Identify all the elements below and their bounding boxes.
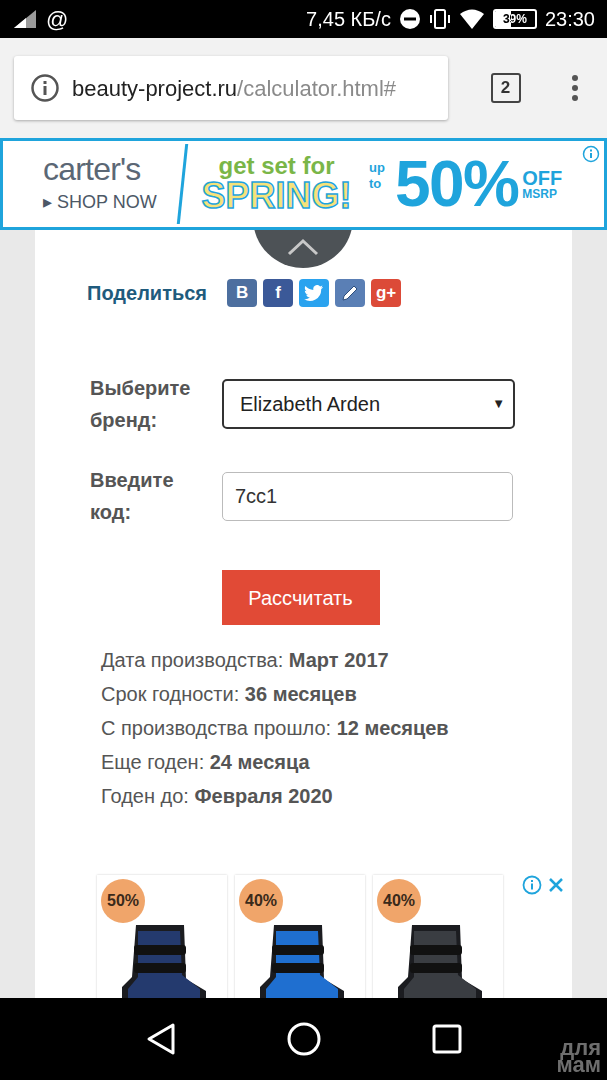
ad-discount: 50% [395, 152, 518, 216]
ad-product[interactable]: 50% [97, 875, 227, 998]
discount-badge: 40% [377, 879, 421, 923]
ad-product[interactable]: 40% [373, 875, 503, 998]
share-row: Поделиться Вf g+ [35, 278, 572, 308]
back-icon[interactable] [145, 1022, 177, 1056]
discount-badge: 50% [101, 879, 145, 923]
tab-count-button[interactable]: 2 [491, 73, 521, 103]
code-label: Введите код: [90, 464, 210, 528]
ad-brand: carter's [43, 153, 173, 185]
navigation-bar: для мам [0, 998, 607, 1080]
info-icon[interactable] [30, 73, 60, 103]
browser-toolbar: beauty-project.ru/calculator.html# 2 [0, 38, 607, 138]
brand-label: Выберите бренд: [90, 372, 210, 436]
boot-image [390, 917, 486, 998]
discount-badge: 40% [239, 879, 283, 923]
recents-icon[interactable] [431, 1023, 463, 1055]
share-button[interactable]: g+ [371, 279, 401, 307]
watermark: для мам [539, 1039, 601, 1074]
home-icon[interactable] [286, 1021, 322, 1057]
share-button[interactable] [335, 279, 365, 307]
calculator-card: Поделиться Вf g+ Выберите бренд:Elizabeth A… [35, 230, 572, 998]
url: beauty-project.ru/calculator.html# [72, 72, 396, 105]
result-row: Дата производства: Март 2017 [101, 643, 572, 677]
page-area: Поделиться Вf g+ Выберите бренд:Elizabeth A… [0, 230, 607, 998]
calculate-button[interactable]: Рассчитать [222, 570, 380, 625]
ad-info-icon[interactable] [522, 875, 542, 895]
at-sign: @ [46, 3, 68, 36]
network-speed: 7,45 КБ/с [306, 4, 391, 34]
ad-prefix: up to [369, 160, 391, 193]
result-row: Годен до: Февраля 2020 [101, 779, 572, 813]
ad-headline: get set for [218, 154, 334, 178]
result-row: Еще годен: 24 месяца [101, 745, 572, 779]
ad-cta: ▸ SHOP NOW [43, 189, 173, 216]
scroll-top-button[interactable] [253, 230, 353, 268]
chevron-up-icon [287, 238, 319, 256]
share-label: Поделиться [87, 278, 207, 308]
result-row: С производства прошло: 12 месяцев [101, 711, 572, 745]
battery-icon: 39% [493, 9, 537, 29]
share-button[interactable] [299, 279, 329, 307]
clock: 23:30 [545, 4, 595, 34]
dropdown-arrow: ▼ [492, 394, 505, 414]
boot-image [252, 917, 348, 998]
more-menu-icon[interactable] [563, 73, 587, 103]
results: Дата производства: Март 2017Срок годност… [35, 643, 572, 813]
vibrate-icon [429, 8, 451, 30]
wifi-icon [459, 8, 485, 30]
boot-image [114, 917, 210, 998]
do-not-disturb-icon [399, 8, 421, 30]
top-banner-ad[interactable]: carter's ▸ SHOP NOW get set forSPRING! up t… [0, 138, 607, 230]
ad-off: OFF [522, 168, 562, 188]
share-button[interactable]: f [263, 279, 293, 307]
ad-note: MSRP [522, 188, 562, 200]
share-button[interactable]: В [227, 279, 257, 307]
bottom-ad[interactable]: 50% 40% 40% [97, 875, 572, 998]
signal-icon [12, 8, 38, 30]
code-input[interactable]: 7cc1 [222, 472, 513, 521]
ad-product[interactable]: 40% [235, 875, 365, 998]
close-icon[interactable] [546, 875, 566, 895]
twitter-icon [304, 285, 324, 301]
result-row: Срок годности: 36 месяцев [101, 677, 572, 711]
ad-highlight: SPRING! [201, 178, 351, 214]
edit-icon [340, 283, 360, 303]
calculator-form: Выберите бренд:Elizabeth Arden▼Введите к… [35, 372, 572, 528]
phone-screen: @7,45 КБ/с 39% 23:30 beauty-project.ru/calc… [0, 0, 607, 1080]
brand-select[interactable]: Elizabeth Arden▼ [222, 379, 515, 429]
ad-info-icon[interactable] [582, 145, 600, 163]
status-bar: @7,45 КБ/с 39% 23:30 [0, 0, 607, 38]
address-bar[interactable]: beauty-project.ru/calculator.html# [14, 56, 448, 120]
